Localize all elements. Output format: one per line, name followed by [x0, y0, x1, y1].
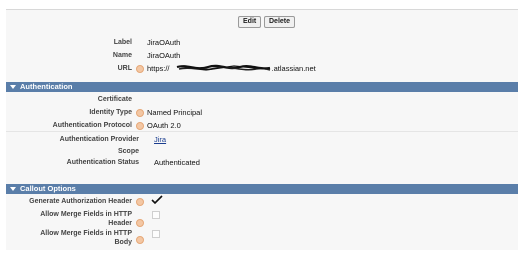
authentication-protocol-label: Authentication Protocol	[52, 122, 132, 129]
generate-authorization-header-label: Generate Authorization Header	[29, 198, 132, 205]
authentication-status-value: Authenticated	[154, 158, 200, 167]
allow-merge-fields-body-label: Allow Merge Fields in HTTP Body	[40, 230, 132, 246]
help-icon[interactable]	[136, 236, 144, 244]
label-field-value: JiraOAuth	[147, 38, 181, 47]
checkmark-icon	[151, 195, 163, 205]
allow-merge-fields-body-checkbox[interactable]	[152, 230, 160, 238]
url-prefix: https://	[147, 64, 170, 73]
allow-merge-fields-header-checkbox[interactable]	[152, 211, 160, 219]
divider	[6, 131, 518, 132]
help-icon[interactable]	[136, 109, 144, 117]
help-icon[interactable]	[136, 198, 144, 206]
label-field-label: Label	[113, 39, 132, 46]
help-icon[interactable]	[136, 65, 144, 73]
authentication-protocol-value: OAuth 2.0	[147, 121, 181, 130]
url-field-label: URL	[117, 65, 132, 72]
delete-button[interactable]: Delete	[264, 16, 296, 28]
identity-type-label: Identity Type	[89, 109, 132, 116]
edit-button[interactable]: Edit	[238, 16, 262, 28]
allow-merge-fields-header-label: Allow Merge Fields in HTTP Header	[40, 211, 132, 227]
name-field-value: JiraOAuth	[147, 51, 181, 60]
name-field-label: Name	[112, 52, 132, 59]
collapse-triangle-icon	[10, 187, 16, 192]
identity-type-value: Named Principal	[147, 108, 203, 117]
authentication-provider-label: Authentication Provider	[59, 136, 139, 143]
authentication-status-label: Authentication Status	[66, 159, 139, 166]
help-icon[interactable]	[136, 122, 144, 130]
redaction-scribble	[176, 64, 271, 71]
certificate-label: Certificate	[97, 96, 132, 103]
callout-options-section-header[interactable]: Callout Options	[6, 184, 518, 194]
authentication-section-header[interactable]: Authentication	[6, 82, 518, 92]
authentication-provider-link[interactable]: Jira	[154, 135, 166, 144]
url-suffix: .atlassian.net	[271, 64, 316, 73]
authentication-title: Authentication	[20, 82, 73, 91]
scope-label: Scope	[117, 148, 139, 155]
collapse-triangle-icon	[10, 85, 16, 90]
help-icon[interactable]	[136, 219, 144, 227]
callout-options-title: Callout Options	[20, 184, 76, 193]
